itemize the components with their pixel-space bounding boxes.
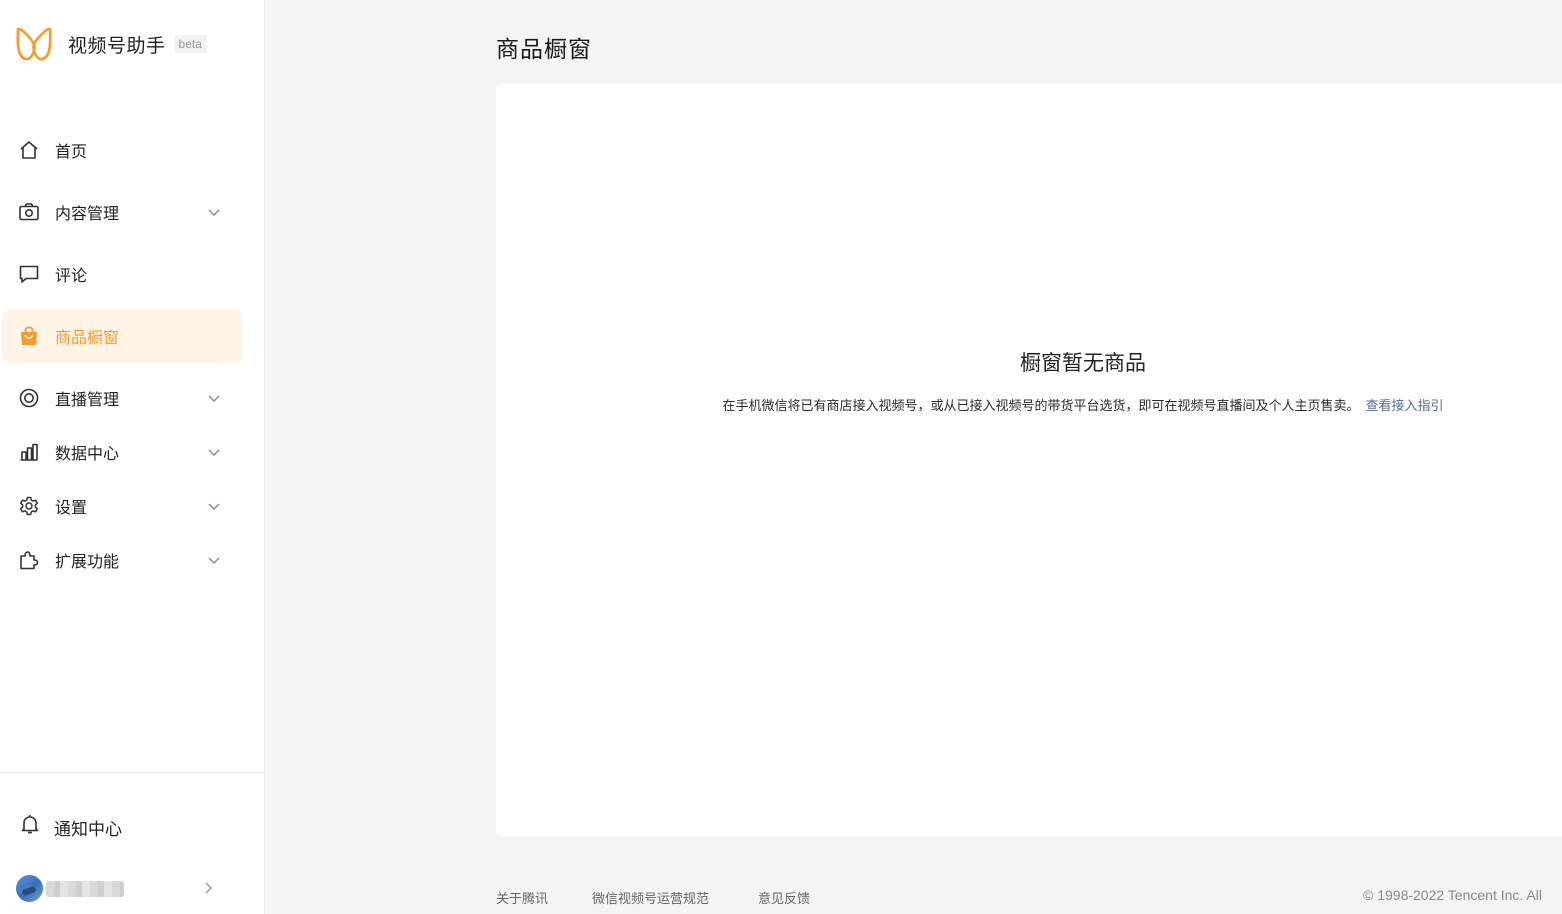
- copyright: © 1998-2022 Tencent Inc. All: [1363, 887, 1542, 903]
- empty-state-description: 在手机微信将已有商店接入视频号，或从已接入视频号的带货平台选货，即可在视频号直播…: [496, 395, 1562, 414]
- account-name-blurred: [46, 881, 124, 897]
- showcase-card: 橱窗暂无商品 在手机微信将已有商店接入视频号，或从已接入视频号的带货平台选货，即…: [496, 83, 1562, 837]
- sidebar-item-home[interactable]: 首页: [2, 123, 242, 177]
- sidebar-item-label: 内容管理: [55, 206, 120, 223]
- sidebar-item-label: 数据中心: [55, 446, 120, 463]
- sidebar-item-live[interactable]: 直播管理: [2, 371, 242, 425]
- sidebar-item-label: 设置: [55, 500, 88, 517]
- notification-center[interactable]: 通知中心: [0, 800, 265, 850]
- sidebar-item-label: 直播管理: [55, 392, 120, 409]
- puzzle-icon: [20, 551, 39, 570]
- sidebar-item-extensions[interactable]: 扩展功能: [2, 533, 242, 587]
- brand[interactable]: 视频号助手 beta: [14, 24, 207, 64]
- home-icon: [20, 141, 38, 159]
- sidebar-item-comments[interactable]: 评论: [2, 247, 242, 301]
- chevron-down-icon: [208, 209, 220, 216]
- beta-badge: beta: [173, 35, 207, 53]
- bar-chart-icon: [20, 443, 38, 461]
- gear-icon: [19, 496, 39, 516]
- sidebar-item-showcase[interactable]: 商品橱窗: [2, 309, 242, 363]
- account-switcher[interactable]: [0, 866, 265, 910]
- chevron-down-icon: [208, 503, 220, 510]
- notification-label: 通知中心: [54, 820, 122, 839]
- chevron-down-icon: [208, 449, 220, 456]
- empty-state-title: 橱窗暂无商品: [1020, 352, 1146, 375]
- empty-state-text: 在手机微信将已有商店接入视频号，或从已接入视频号的带货平台选货，即可在视频号直播…: [722, 398, 1360, 413]
- chevron-down-icon: [208, 395, 220, 402]
- camera-icon: [19, 203, 39, 221]
- footer-link-operation-rules[interactable]: 微信视频号运营规范: [592, 888, 709, 907]
- sidebar-item-label: 评论: [55, 268, 88, 285]
- avatar: [16, 875, 43, 902]
- live-icon: [19, 388, 39, 408]
- chevron-down-icon: [208, 557, 220, 564]
- sidebar-item-label: 商品橱窗: [55, 330, 120, 347]
- footer-link-about-tencent[interactable]: 关于腾讯: [496, 888, 548, 907]
- sidebar-item-label: 首页: [55, 144, 88, 161]
- comment-icon: [19, 265, 39, 283]
- sidebar-item-label: 扩展功能: [55, 554, 120, 571]
- logo-icon: [16, 27, 52, 61]
- sidebar-divider: [0, 772, 265, 773]
- brand-name: 视频号助手: [68, 35, 166, 57]
- footer-link-feedback[interactable]: 意见反馈: [758, 888, 810, 907]
- sidebar: 视频号助手 beta 首页 内容管理 评论 商品橱窗 直播管理 数据中心 设置 …: [0, 0, 265, 914]
- sidebar-item-content[interactable]: 内容管理: [2, 185, 242, 239]
- shopping-bag-icon: [21, 326, 37, 345]
- page-title: 商品橱窗: [496, 36, 592, 62]
- access-guide-link[interactable]: 查看接入指引: [1366, 398, 1444, 413]
- sidebar-item-data[interactable]: 数据中心: [2, 425, 242, 479]
- bell-icon: [21, 815, 39, 834]
- chevron-right-icon: [205, 882, 212, 894]
- sidebar-item-settings[interactable]: 设置: [2, 479, 242, 533]
